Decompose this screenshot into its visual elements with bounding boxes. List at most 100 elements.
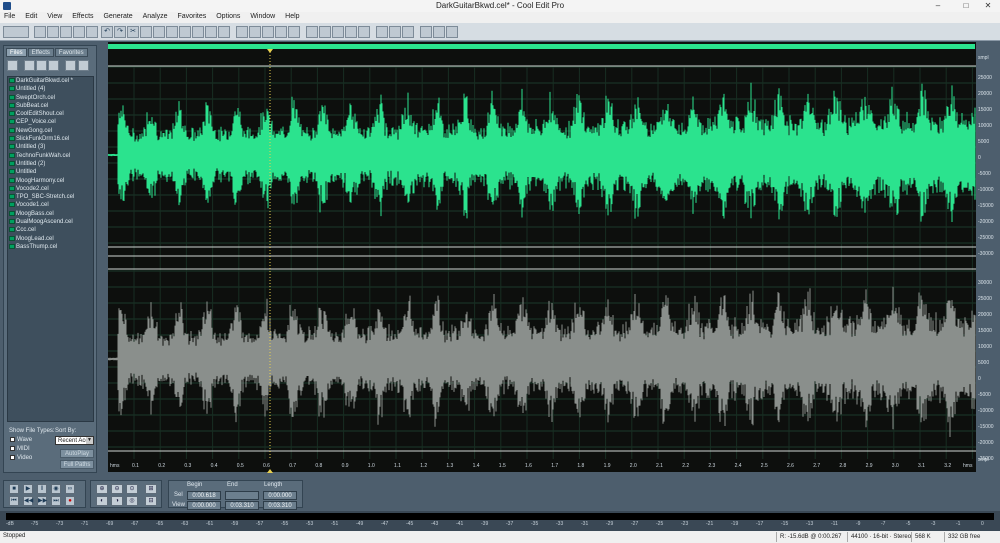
trim-icon[interactable] [205,26,217,38]
file-list-item[interactable]: Untitled (2) [8,160,93,168]
file-info-icon[interactable] [78,60,89,71]
play-file-icon[interactable] [65,60,76,71]
file-list-item[interactable]: Untitled (3) [8,143,93,151]
view-end-field[interactable]: 0:03.310 [225,501,259,510]
file-list-item[interactable]: DarkGuitarBkwd.cel * [8,77,93,85]
save-all-icon[interactable] [73,26,85,38]
file-list-item[interactable]: CoolEditShout.cel [8,110,93,118]
settings-icon[interactable] [376,26,388,38]
cursor-marker-top[interactable] [267,49,273,53]
menu-effects[interactable]: Effects [68,12,97,20]
mix-paste-icon[interactable] [179,26,191,38]
help-icon[interactable] [446,26,458,38]
file-list-item[interactable]: DualMoogAscend.cel [8,218,93,226]
right-channel-waveform[interactable] [108,286,976,437]
file-list-item[interactable]: BassThump.cel [8,243,93,251]
file-list-item[interactable]: SubBeat.cel [8,102,93,110]
view-length-field[interactable]: 0:03.310 [263,501,297,510]
crop-icon[interactable] [192,26,204,38]
copy-icon[interactable] [140,26,152,38]
zoom-right-icon[interactable]: ◑ [111,496,123,506]
file-list-item[interactable]: NewGong.cel [8,127,93,135]
file-list-item[interactable]: MoogLead.cel [8,235,93,243]
zoom-out-icon[interactable]: ⊖ [111,484,123,494]
view-begin-field[interactable]: 0:00.000 [187,501,221,510]
go-to-end-button[interactable]: ⏭ [51,496,61,506]
stop-button[interactable]: ■ [9,484,19,494]
type-midi-checkbox[interactable]: MIDI [10,446,30,452]
pause-button[interactable]: ‖ [37,484,47,494]
properties-icon[interactable] [86,26,98,38]
menu-view[interactable]: View [43,12,66,20]
sel-length-field[interactable]: 0:00.000 [263,491,297,500]
redo-icon[interactable]: ↷ [114,26,126,38]
file-list-item[interactable]: MoogHarmony.cel [8,177,93,185]
menu-options[interactable]: Options [212,12,244,20]
tab-favorites[interactable]: Favorites [54,48,88,57]
close-button[interactable]: ✕ [976,0,1000,12]
file-list-item[interactable]: SweptOrch.cel [8,94,93,102]
file-list-item[interactable]: Untitled (4) [8,85,93,93]
edit-file-icon[interactable] [36,60,47,71]
paste-icon[interactable] [153,26,165,38]
menu-analyze[interactable]: Analyze [139,12,172,20]
tab-effects[interactable]: Effects [27,48,54,57]
type-video-checkbox[interactable]: Video [10,455,32,461]
menu-help[interactable]: Help [281,12,303,20]
file-list-item[interactable]: CEP_Voice.cel [8,118,93,126]
multitrack-toggle-button[interactable] [3,26,29,38]
left-channel-waveform[interactable] [108,82,976,222]
rewind-button[interactable]: ◀◀ [23,496,33,506]
device-icon[interactable] [433,26,445,38]
insert-file-icon[interactable] [48,60,59,71]
type-wave-checkbox[interactable]: Wave [10,437,32,443]
record-settings-icon[interactable] [420,26,432,38]
delete-icon[interactable] [218,26,230,38]
close-file-icon[interactable] [24,60,35,71]
file-list-item[interactable]: MoogBass.cel [8,210,93,218]
play-list-icon[interactable] [275,26,287,38]
menu-favorites[interactable]: Favorites [173,12,210,20]
cut-icon[interactable]: ✂ [127,26,139,38]
mark-icon[interactable] [358,26,370,38]
autoplay-button[interactable]: AutoPlay [60,449,94,458]
zoom-left-icon[interactable]: ◐ [96,496,108,506]
menu-generate[interactable]: Generate [99,12,136,20]
spectral-view-icon[interactable] [249,26,261,38]
file-list-item[interactable]: TechnoFunkWah.cel [8,152,93,160]
open-file-icon[interactable] [7,60,18,71]
undo-icon[interactable]: ↶ [101,26,113,38]
sort-by-select[interactable]: Recent Acc ▼ [55,436,94,445]
tab-files[interactable]: Files [6,48,27,57]
full-paths-button[interactable]: Full Paths [60,460,94,469]
play-to-end-button[interactable]: ◉ [51,484,61,494]
zoom-full-icon[interactable]: ⊙ [126,484,138,494]
zoom-vertical-in-icon[interactable]: ⊞ [145,484,157,494]
paste-new-icon[interactable] [166,26,178,38]
file-list-item[interactable]: TPO_SBC-Stretch.cel [8,193,93,201]
zoom-in-icon[interactable]: ⊕ [96,484,108,494]
maximize-button[interactable]: □ [954,0,978,12]
zoom-selection-icon[interactable]: ◎ [126,496,138,506]
snap-icon[interactable] [345,26,357,38]
waveform-view-icon[interactable] [236,26,248,38]
play-button[interactable]: ▶ [23,484,33,494]
loop-button[interactable]: ∞ [65,484,75,494]
menu-file[interactable]: File [0,12,19,20]
waveform-canvas[interactable] [108,49,976,469]
fast-forward-button[interactable]: ▶▶ [37,496,47,506]
file-list-item[interactable]: Ccc.cel [8,226,93,234]
new-icon[interactable] [34,26,46,38]
menu-edit[interactable]: Edit [21,12,41,20]
display-icon[interactable] [389,26,401,38]
record-button[interactable]: ● [65,496,75,506]
cue-list-icon[interactable] [262,26,274,38]
open-icon[interactable] [47,26,59,38]
file-list-item[interactable]: SlickFunkDrm16.cel [8,135,93,143]
edit-right-icon[interactable] [319,26,331,38]
menu-window[interactable]: Window [246,12,279,20]
zoom-vertical-out-icon[interactable]: ⊟ [145,496,157,506]
file-list-item[interactable]: Vocode2.cel [8,185,93,193]
time-format-icon[interactable] [402,26,414,38]
file-list-item[interactable]: Untitled [8,168,93,176]
